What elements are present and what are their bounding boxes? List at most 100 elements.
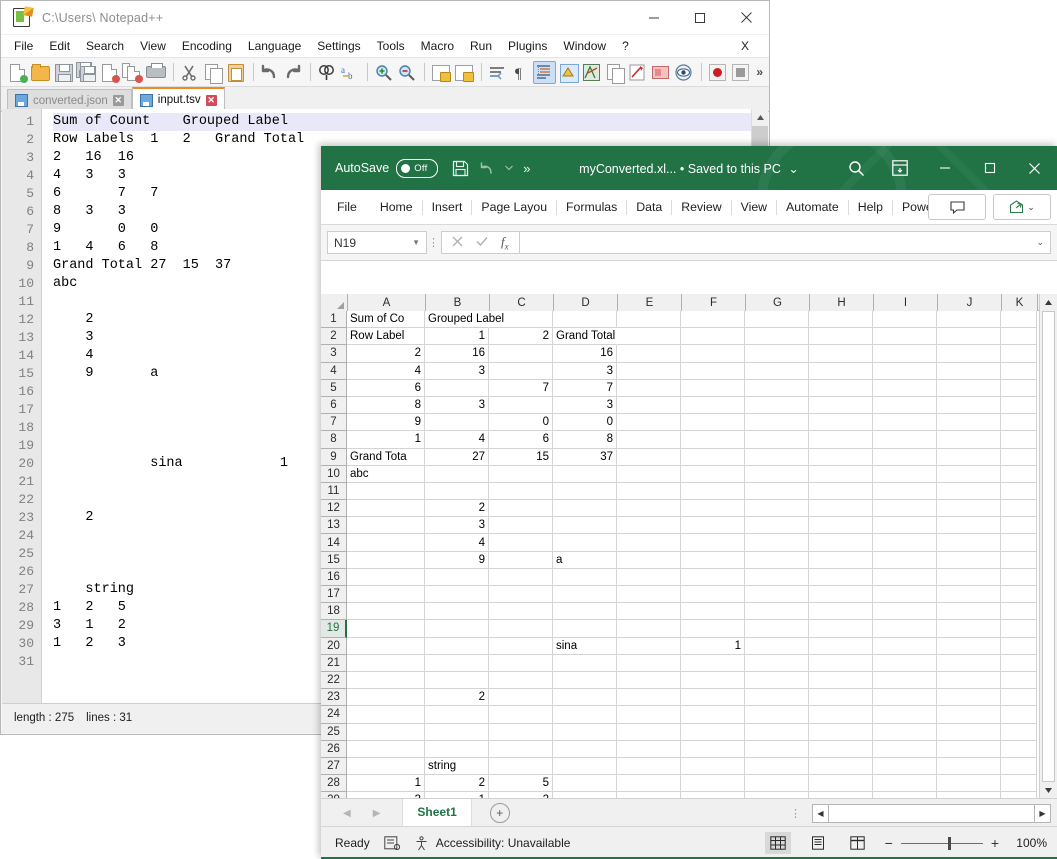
menu-item-encoding[interactable]: Encoding xyxy=(174,35,240,57)
cell-B25[interactable] xyxy=(425,723,489,741)
save-all-icon[interactable] xyxy=(76,61,97,83)
row-header-11[interactable]: 11 xyxy=(321,482,347,501)
cell-K6[interactable] xyxy=(1001,396,1037,415)
cell-G27[interactable] xyxy=(745,757,809,776)
cell-A10[interactable]: abc xyxy=(347,465,425,483)
cell-C21[interactable] xyxy=(489,654,553,672)
cell-E15[interactable] xyxy=(617,551,681,569)
cell-G1[interactable] xyxy=(745,311,809,329)
cell-B17[interactable] xyxy=(425,586,489,604)
autosave-control[interactable]: AutoSave Off xyxy=(335,158,439,178)
cell-D26[interactable] xyxy=(553,740,617,758)
cell-H3[interactable] xyxy=(809,345,873,363)
row-header-23[interactable]: 23 xyxy=(321,689,347,707)
cell-I26[interactable] xyxy=(873,740,937,758)
cell-B13[interactable]: 3 xyxy=(425,517,489,535)
cell-D9[interactable]: 37 xyxy=(553,448,617,466)
cell-G5[interactable] xyxy=(745,379,809,397)
add-sheet-button[interactable]: + xyxy=(489,803,510,823)
cell-J14[interactable] xyxy=(937,534,1001,552)
cell-J24[interactable] xyxy=(937,706,1001,724)
cut-icon[interactable] xyxy=(179,62,200,83)
cell-J11[interactable] xyxy=(937,482,1001,501)
cell-D7[interactable]: 0 xyxy=(553,414,617,432)
cell-E3[interactable] xyxy=(617,345,681,363)
cell-D20[interactable]: sina xyxy=(553,637,617,655)
cell-K9[interactable] xyxy=(1001,448,1037,466)
cell-F21[interactable] xyxy=(681,654,745,672)
cell-C25[interactable] xyxy=(489,723,553,741)
cell-J23[interactable] xyxy=(937,689,1001,707)
cell-D4[interactable]: 3 xyxy=(553,362,617,380)
cell-C27[interactable] xyxy=(489,757,553,776)
qat-overflow-icon[interactable]: » xyxy=(523,161,530,176)
cell-H28[interactable] xyxy=(809,775,873,793)
save-icon[interactable] xyxy=(53,62,74,83)
cell-A14[interactable] xyxy=(347,534,425,552)
cell-C23[interactable] xyxy=(489,689,553,707)
cell-D15[interactable]: a xyxy=(553,551,617,569)
cell-B3[interactable]: 16 xyxy=(425,345,489,363)
print-icon[interactable] xyxy=(145,62,166,83)
column-header-i[interactable]: I xyxy=(874,294,938,311)
cell-B8[interactable]: 4 xyxy=(425,431,489,449)
cell-K8[interactable] xyxy=(1001,431,1037,449)
minimize-icon[interactable] xyxy=(922,146,967,190)
column-header-h[interactable]: H xyxy=(810,294,874,311)
cell-E23[interactable] xyxy=(617,689,681,707)
cell-I25[interactable] xyxy=(873,723,937,741)
cell-G17[interactable] xyxy=(745,586,809,604)
scroll-right-icon[interactable]: ▶ xyxy=(1034,803,1051,823)
cell-A23[interactable] xyxy=(347,689,425,707)
cell-D14[interactable] xyxy=(553,534,617,552)
cell-F3[interactable] xyxy=(681,345,745,363)
cell-H25[interactable] xyxy=(809,723,873,741)
cell-B9[interactable]: 27 xyxy=(425,448,489,466)
cell-K23[interactable] xyxy=(1001,689,1037,707)
paste-icon[interactable] xyxy=(225,62,246,83)
minimize-icon[interactable] xyxy=(631,1,677,34)
column-header-a[interactable]: A xyxy=(348,294,426,311)
word-wrap-icon[interactable] xyxy=(487,62,508,83)
row-header-22[interactable]: 22 xyxy=(321,671,347,690)
stop-macro-icon[interactable] xyxy=(730,62,751,83)
cell-E13[interactable] xyxy=(617,517,681,535)
cell-G13[interactable] xyxy=(745,517,809,535)
normal-view-icon[interactable] xyxy=(764,832,791,854)
cell-F18[interactable] xyxy=(681,603,745,621)
name-box[interactable]: N19 ▼ xyxy=(327,231,427,254)
cell-B5[interactable] xyxy=(425,379,489,397)
row-header-19[interactable]: 19 xyxy=(321,620,347,638)
column-header-g[interactable]: G xyxy=(746,294,810,311)
cell-J5[interactable] xyxy=(937,379,1001,397)
zoom-level[interactable]: 100% xyxy=(1013,836,1047,850)
tab-converted-json[interactable]: converted.json ✕ xyxy=(7,89,132,111)
scrollbar-track[interactable] xyxy=(1042,311,1055,782)
cell-D11[interactable] xyxy=(553,482,617,501)
show-all-chars-icon[interactable]: ¶ xyxy=(510,62,531,83)
tab-automate[interactable]: Automate xyxy=(777,190,848,224)
zoom-handle[interactable] xyxy=(947,836,951,850)
cell-I10[interactable] xyxy=(873,465,937,483)
cell-D16[interactable] xyxy=(553,568,617,586)
cell-I11[interactable] xyxy=(873,482,937,501)
cell-F16[interactable] xyxy=(681,568,745,586)
cell-A27[interactable] xyxy=(347,757,425,776)
column-header-j[interactable]: J xyxy=(938,294,1002,311)
folder-as-workspace-icon[interactable] xyxy=(627,62,648,83)
tab-help[interactable]: Help xyxy=(849,190,892,224)
cell-A26[interactable] xyxy=(347,740,425,758)
cell-E21[interactable] xyxy=(617,654,681,672)
cell-F9[interactable] xyxy=(681,448,745,466)
cell-H15[interactable] xyxy=(809,551,873,569)
row-header-4[interactable]: 4 xyxy=(321,362,347,380)
cell-J9[interactable] xyxy=(937,448,1001,466)
cell-D28[interactable] xyxy=(553,775,617,793)
cell-A21[interactable] xyxy=(347,654,425,672)
cell-D22[interactable] xyxy=(553,671,617,690)
cell-I6[interactable] xyxy=(873,396,937,415)
column-header-e[interactable]: E xyxy=(618,294,682,311)
column-header-c[interactable]: C xyxy=(490,294,554,311)
scroll-up-icon[interactable] xyxy=(1040,294,1057,311)
row-header-27[interactable]: 27 xyxy=(321,757,347,776)
